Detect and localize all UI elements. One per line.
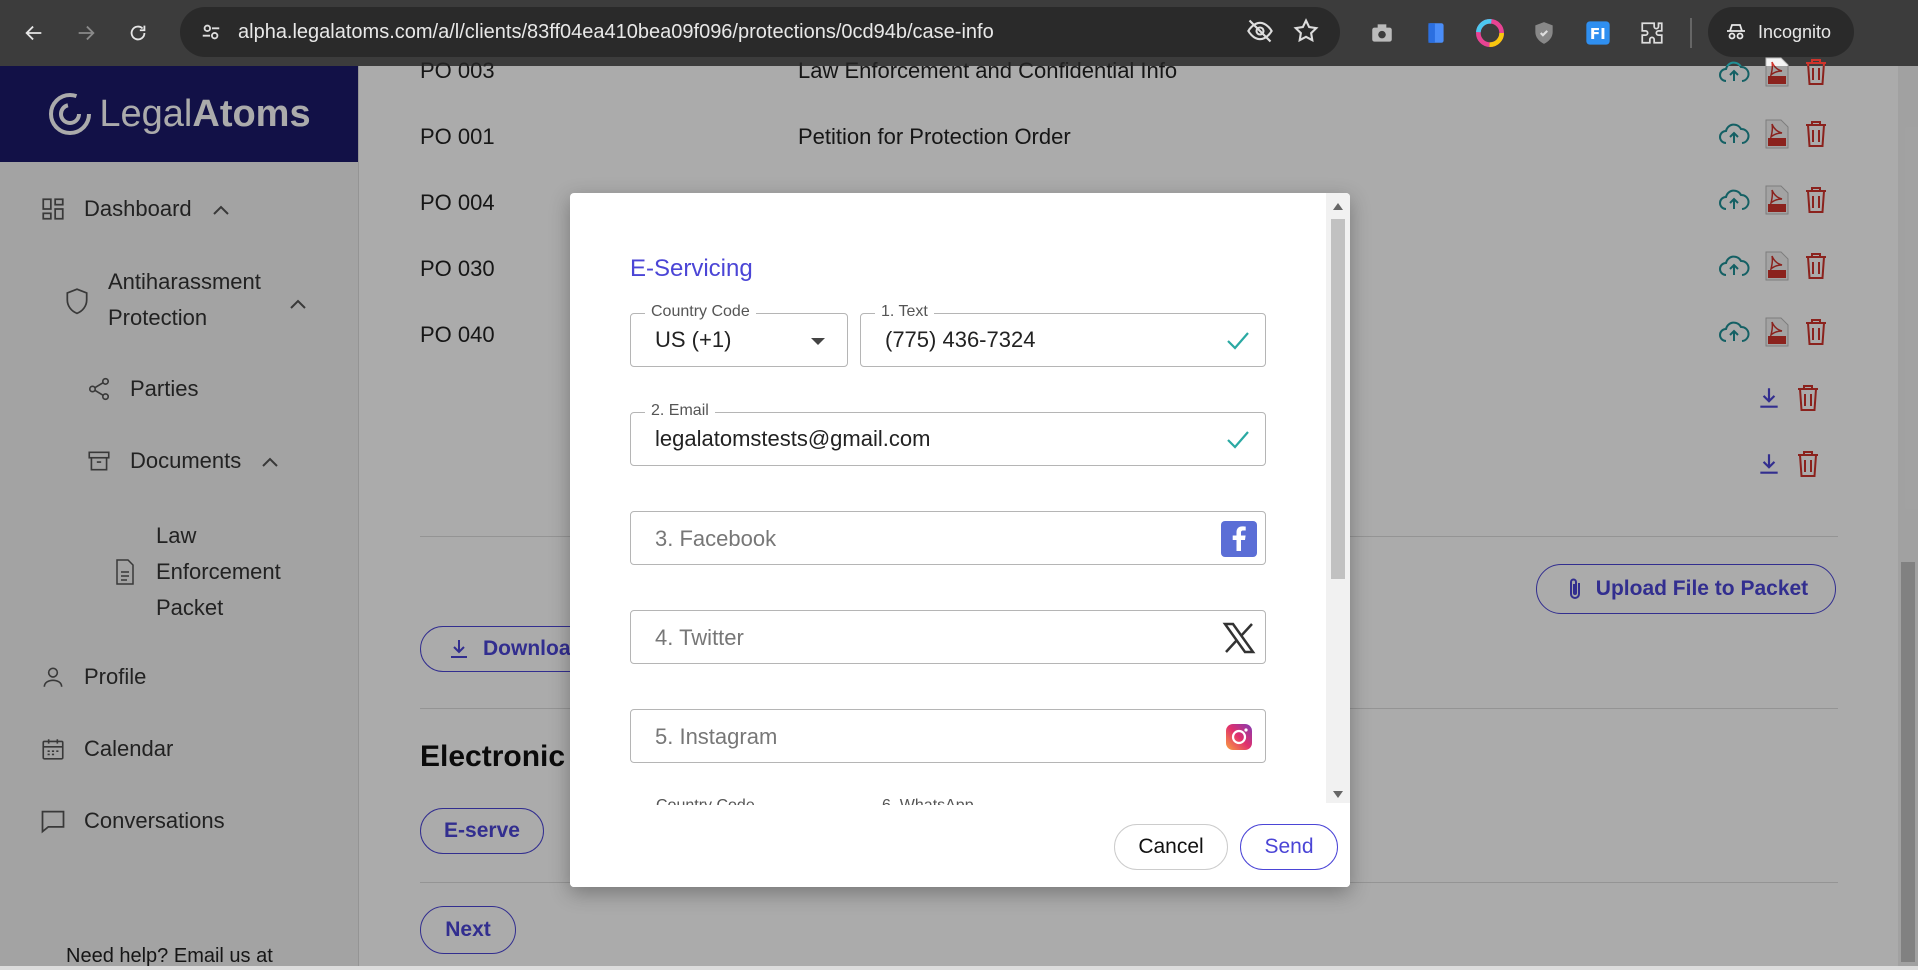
fi-extension-icon[interactable]: FI bbox=[1578, 13, 1618, 53]
facebook-icon bbox=[1221, 521, 1257, 557]
site-info-icon[interactable] bbox=[196, 17, 226, 47]
url-text[interactable]: alpha.legalatoms.com/a/l/clients/83ff04e… bbox=[238, 21, 994, 44]
incognito-indicator[interactable]: Incognito bbox=[1708, 7, 1854, 57]
window-bottom-edge bbox=[0, 966, 1918, 970]
e-servicing-dialog: E-Servicing Country Code US (+1) 1. Text… bbox=[570, 193, 1350, 887]
scroll-up-arrow-icon[interactable] bbox=[1333, 203, 1343, 210]
reload-icon bbox=[130, 25, 146, 41]
instagram-icon bbox=[1225, 723, 1253, 751]
send-button[interactable]: Send bbox=[1240, 824, 1338, 870]
country-code-value: US (+1) bbox=[655, 327, 732, 352]
email-field[interactable]: 2. Email legalatomstests@gmail.com bbox=[630, 402, 1266, 466]
email-field-label: 2. Email bbox=[645, 402, 715, 420]
facebook-field[interactable]: 3. Facebook bbox=[630, 511, 1266, 565]
country-code-label: Country Code bbox=[645, 303, 756, 321]
docs-extension-icon[interactable] bbox=[1416, 13, 1456, 53]
email-field-value: legalatomstests@gmail.com bbox=[655, 426, 931, 451]
arrow-left-icon bbox=[25, 25, 42, 41]
dialog-scrollbar-thumb[interactable] bbox=[1331, 219, 1345, 579]
twitter-field[interactable]: 4. Twitter bbox=[630, 610, 1266, 664]
instagram-field[interactable]: 5. Instagram bbox=[630, 709, 1266, 763]
scroll-down-arrow-icon[interactable] bbox=[1333, 791, 1343, 798]
cancel-button-label: Cancel bbox=[1138, 835, 1204, 858]
dialog-footer bbox=[570, 805, 1350, 887]
text-field-value: (775) 436-7324 bbox=[885, 327, 1036, 352]
country-code-select[interactable]: Country Code US (+1) bbox=[630, 303, 848, 367]
address-bar[interactable]: alpha.legalatoms.com/a/l/clients/83ff04e… bbox=[180, 7, 1340, 57]
facebook-placeholder: 3. Facebook bbox=[655, 526, 777, 551]
checkmark-icon bbox=[1223, 425, 1253, 455]
incognito-label: Incognito bbox=[1758, 21, 1832, 42]
forward-button[interactable] bbox=[66, 13, 106, 53]
svg-text:FI: FI bbox=[1590, 25, 1606, 43]
send-button-label: Send bbox=[1264, 835, 1314, 858]
browser-toolbar: alpha.legalatoms.com/a/l/clients/83ff04e… bbox=[0, 0, 1918, 66]
star-icon[interactable] bbox=[1292, 17, 1320, 45]
twitter-placeholder: 4. Twitter bbox=[655, 625, 744, 650]
incognito-icon bbox=[1727, 24, 1745, 40]
back-button[interactable] bbox=[14, 13, 54, 53]
puzzle-extensions-icon[interactable] bbox=[1632, 13, 1672, 53]
dialog-title: E-Servicing bbox=[630, 255, 753, 282]
camera-extension-icon[interactable] bbox=[1362, 13, 1402, 53]
text-field-label: 1. Text bbox=[875, 303, 934, 321]
x-twitter-icon bbox=[1221, 620, 1257, 656]
checkmark-icon bbox=[1223, 326, 1253, 356]
instagram-placeholder: 5. Instagram bbox=[655, 724, 778, 749]
arrow-right-icon bbox=[78, 25, 95, 41]
color-wheel-extension-icon[interactable] bbox=[1470, 13, 1510, 53]
eye-off-icon[interactable] bbox=[1246, 17, 1274, 45]
dialog-scrollbar[interactable] bbox=[1326, 193, 1350, 803]
shield-extension-icon[interactable] bbox=[1524, 13, 1564, 53]
toolbar-separator bbox=[1690, 18, 1692, 48]
reload-button[interactable] bbox=[118, 13, 158, 53]
text-phone-field[interactable]: 1. Text (775) 436-7324 bbox=[860, 303, 1266, 367]
caret-down-icon bbox=[811, 338, 825, 345]
cancel-button[interactable]: Cancel bbox=[1114, 824, 1228, 870]
